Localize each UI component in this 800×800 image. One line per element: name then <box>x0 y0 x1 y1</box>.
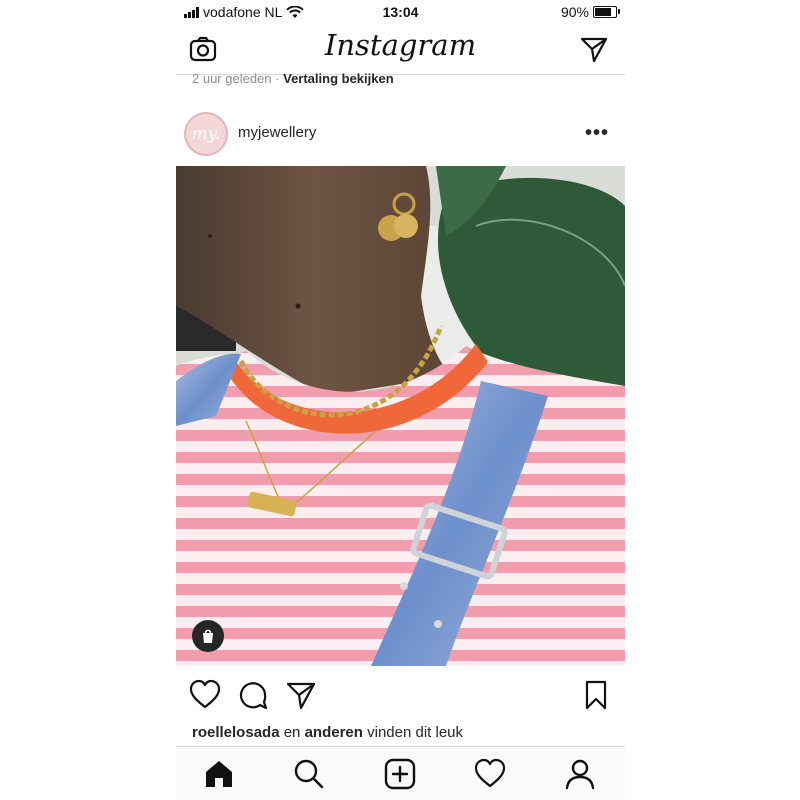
likes-summary: roellelosada en anderen vinden dit leuk <box>192 724 463 741</box>
post-header: my. myjewellery ••• <box>176 106 625 162</box>
comment-icon[interactable] <box>236 678 270 712</box>
more-options-button[interactable]: ••• <box>585 122 609 145</box>
avatar-text: my. <box>191 124 221 144</box>
photo-illustration <box>176 166 625 666</box>
translate-link[interactable]: Vertaling bekijken <box>283 71 394 86</box>
likes-suffix: vinden dit leuk <box>367 724 464 741</box>
clock: 13:04 <box>382 4 419 20</box>
profile-icon[interactable] <box>563 757 597 791</box>
app-header: Instagram <box>176 24 625 75</box>
plus-square-icon[interactable] <box>383 757 417 791</box>
battery-group: 90% <box>560 4 620 20</box>
others-link[interactable]: anderen <box>305 724 363 741</box>
tab-bar <box>176 746 625 800</box>
direct-send-icon[interactable] <box>579 34 609 64</box>
instagram-logo[interactable]: Instagram <box>176 28 625 62</box>
post-timestamp: 2 uur geleden <box>192 71 272 86</box>
liker-username[interactable]: roellelosada <box>192 724 280 741</box>
post-username[interactable]: myjewellery <box>238 124 316 141</box>
previous-post-caption: 2 uur geleden · Vertaling bekijken <box>192 71 394 86</box>
search-icon[interactable] <box>292 757 326 791</box>
status-bar: vodafone NL 13:04 90% <box>176 0 625 24</box>
battery-icon <box>593 6 620 18</box>
share-icon[interactable] <box>284 678 318 712</box>
post-photo[interactable] <box>176 166 625 666</box>
home-icon[interactable] <box>202 757 236 791</box>
post-actions <box>176 668 625 722</box>
likes-connector: en <box>283 724 301 741</box>
shopping-bag-icon[interactable] <box>192 620 224 652</box>
battery-percent: 90% <box>560 4 589 20</box>
avatar[interactable]: my. <box>184 112 228 156</box>
separator: · <box>275 71 280 86</box>
activity-heart-icon[interactable] <box>473 757 507 791</box>
heart-icon[interactable] <box>188 678 222 712</box>
phone-screen: vodafone NL 13:04 90% Instagram 2 uur ge… <box>176 0 625 800</box>
bookmark-icon[interactable] <box>579 678 613 712</box>
